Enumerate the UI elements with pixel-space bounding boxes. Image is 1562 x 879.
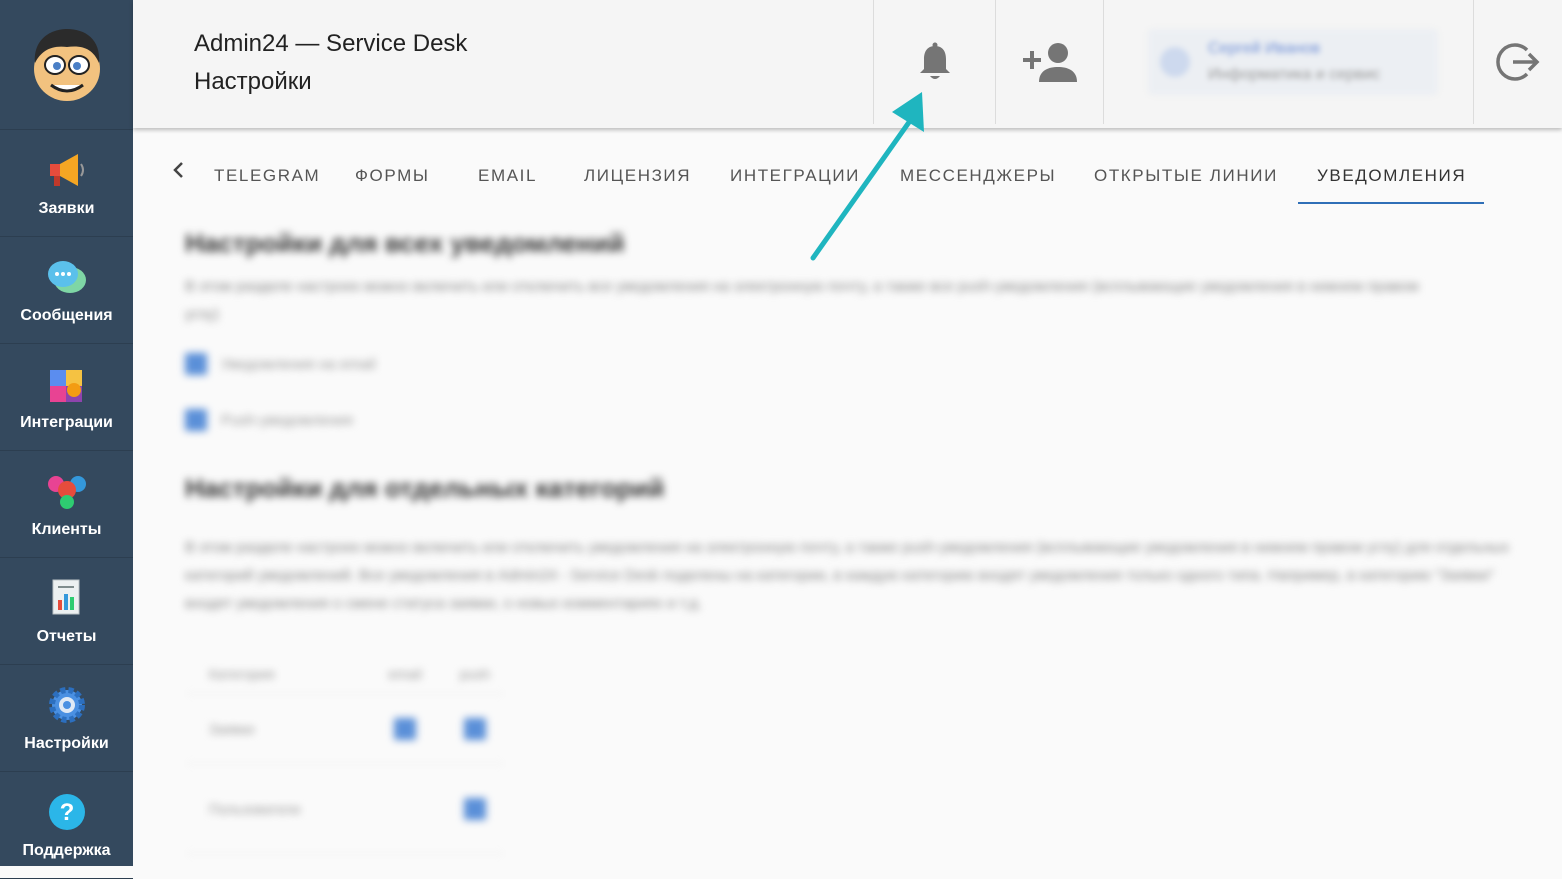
category-name: Пользователи (209, 800, 301, 817)
push-checkbox[interactable] (464, 717, 486, 740)
column-header: email (388, 665, 422, 682)
add-user-button[interactable] (995, 0, 1103, 124)
checkbox-label: Уведомления на email (221, 355, 376, 373)
sidebar-item-support[interactable]: ? Поддержка (0, 772, 133, 879)
tab-forms[interactable]: ФОРМЫ (355, 166, 430, 186)
sidebar-item-label: Настройки (24, 735, 109, 752)
tab-integrations[interactable]: ИНТЕГРАЦИИ (730, 166, 860, 186)
app-logo[interactable] (0, 0, 133, 130)
chat-bubbles-icon (45, 255, 89, 299)
categories-table: Категория email push Заявки Пользователи (185, 654, 505, 854)
sidebar-item-label: Поддержка (22, 842, 111, 859)
notifications-button[interactable] (873, 0, 995, 124)
chevron-left-icon[interactable] (171, 160, 185, 185)
user-role: Информатика и сервис (1208, 66, 1381, 83)
avatar (1160, 47, 1190, 77)
page-title: Настройки (194, 68, 312, 95)
sidebar-item-label: Интеграции (20, 414, 113, 431)
tab-telegram[interactable]: TELEGRAM (214, 166, 320, 186)
table-row: Пользователи (185, 764, 505, 854)
email-notifications-checkbox-row[interactable]: Уведомления на email (185, 353, 1535, 375)
sidebar-item-label: Клиенты (31, 521, 102, 538)
bell-icon (919, 42, 950, 79)
section-desc-categories: В этом разделе настроек можно включить и… (185, 539, 1510, 612)
people-icon (45, 469, 89, 513)
push-checkbox[interactable] (464, 797, 486, 820)
sidebar-item-integrations[interactable]: Интеграции (0, 344, 133, 451)
sidebar-item-label: Отчеты (36, 628, 97, 645)
notifications-settings-panel: Настройки для всех уведомлений В этом ра… (185, 228, 1535, 866)
add-user-icon (1022, 43, 1077, 82)
push-notifications-checkbox[interactable] (185, 409, 207, 431)
top-header: Admin24 — Service Desk Настройки Сергей … (133, 0, 1562, 128)
sidebar-item-label: Сообщения (20, 307, 113, 324)
category-name: Заявки (209, 720, 255, 737)
tab-notifications[interactable]: УВЕДОМЛЕНИЯ (1317, 166, 1466, 186)
sidebar-item-clients[interactable]: Клиенты (0, 451, 133, 558)
sidebar-item-label: Заявки (38, 200, 95, 217)
section-title-categories: Настройки для отдельных категорий (185, 473, 665, 503)
sidebar-item-settings[interactable]: Настройки (0, 665, 133, 772)
user-profile[interactable]: Сергей Иванов Информатика и сервис (1103, 0, 1473, 124)
gear-icon (45, 683, 89, 727)
logout-button[interactable] (1473, 0, 1562, 124)
sidebar-item-requests[interactable]: Заявки (0, 130, 133, 237)
table-row: Заявки (185, 694, 505, 764)
svg-text:?: ? (59, 799, 74, 826)
megaphone-icon (45, 148, 89, 192)
push-notifications-checkbox-row[interactable]: Push-уведомления (185, 409, 1535, 431)
column-header: push (459, 665, 491, 682)
help-icon: ? (45, 790, 89, 834)
page-heading: Admin24 — Service Desk Настройки (133, 0, 873, 128)
app-title: Admin24 — Service Desk (194, 30, 468, 57)
table-header: Категория email push (185, 654, 505, 694)
checkbox-label: Push-уведомления (221, 411, 353, 429)
tab-email[interactable]: EMAIL (478, 166, 537, 186)
active-tab-indicator (1298, 202, 1484, 204)
report-icon (45, 576, 89, 620)
user-card: Сергей Иванов Информатика и сервис (1148, 29, 1438, 95)
tab-license[interactable]: ЛИЦЕНЗИЯ (584, 166, 691, 186)
email-checkbox[interactable] (394, 717, 416, 740)
tab-open-lines[interactable]: ОТКРЫТЫЕ ЛИНИИ (1094, 166, 1278, 186)
sidebar-item-messages[interactable]: Сообщения (0, 237, 133, 344)
sidebar: Заявки Сообщения Интеграции Клиенты Отче… (0, 0, 133, 879)
logout-icon (1496, 43, 1540, 81)
column-header: Категория (209, 665, 275, 682)
section-desc-all: В этом разделе настроек можно включить и… (185, 278, 1419, 323)
settings-tabs: TELEGRAM ФОРМЫ EMAIL ЛИЦЕНЗИЯ ИНТЕГРАЦИИ… (133, 130, 1562, 206)
email-notifications-checkbox[interactable] (185, 353, 207, 375)
puzzle-icon (45, 362, 89, 406)
sidebar-item-reports[interactable]: Отчеты (0, 558, 133, 665)
section-title-all: Настройки для всех уведомлений (185, 228, 625, 258)
avatar-logo-icon (33, 28, 100, 101)
user-name[interactable]: Сергей Иванов (1208, 40, 1380, 58)
tab-messengers[interactable]: МЕССЕНДЖЕРЫ (900, 166, 1056, 186)
